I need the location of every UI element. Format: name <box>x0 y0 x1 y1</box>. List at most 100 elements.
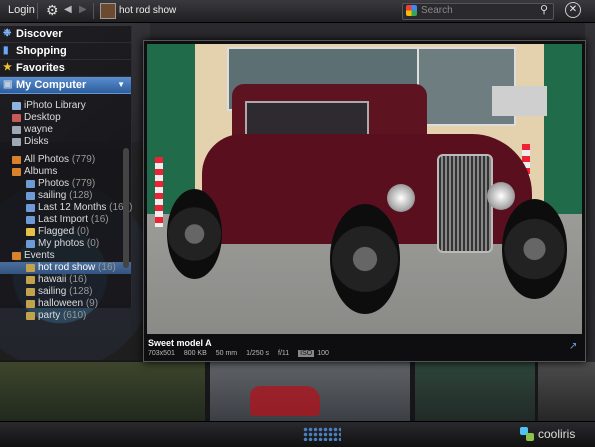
open-external-icon[interactable]: ↗ <box>569 341 577 352</box>
sidebar-item-album[interactable]: Last Import (16) <box>0 214 131 226</box>
google-icon[interactable] <box>406 5 417 16</box>
album-icon <box>26 288 35 296</box>
folder-icon <box>12 126 21 134</box>
sidebar-item-count: (0) <box>76 226 90 237</box>
sidebar-item-favorites[interactable]: ★ Favorites <box>0 60 131 77</box>
sidebar-item-label: All Photos <box>24 154 70 165</box>
sidebar-scrollbar[interactable] <box>123 148 129 268</box>
sidebar-item-album[interactable]: hawaii (16) <box>0 274 131 286</box>
sidebar-item-label: hawaii <box>38 274 67 285</box>
sidebar-item-source[interactable]: Disks <box>0 136 131 148</box>
sidebar-item-album[interactable]: Albums <box>0 166 131 178</box>
sidebar-item-source[interactable]: wayne <box>0 124 131 136</box>
album-icon <box>12 156 21 164</box>
sidebar-item-count: (16) <box>90 214 109 225</box>
query-thumbnail <box>100 3 116 19</box>
sidebar-item-label: party <box>38 310 61 321</box>
photo-viewer: Sweet model A 703x501 800 KB 50 mm 1/250… <box>143 40 586 362</box>
sidebar-item-album[interactable]: My photos (0) <box>0 238 131 250</box>
shopping-icon: ▮ <box>3 45 9 56</box>
wall-thumbnail[interactable] <box>538 362 595 422</box>
sidebar-item-album[interactable]: halloween (9) <box>0 298 131 310</box>
search-placeholder: Search <box>421 5 453 16</box>
sidebar-item-label: iPhoto Library <box>24 100 86 111</box>
sidebar-item-discover[interactable]: ❉ Discover <box>0 26 131 43</box>
divider <box>93 3 94 19</box>
search-input[interactable]: Search ⚲ <box>402 3 554 20</box>
sidebar-item-album[interactable]: sailing (128) <box>0 286 131 298</box>
sidebar-label: Favorites <box>16 62 65 74</box>
discover-icon: ❉ <box>3 28 12 39</box>
sidebar-item-shopping[interactable]: ▮ Shopping <box>0 43 131 60</box>
brand-name: cooliris <box>538 427 576 441</box>
sidebar-label: My Computer <box>16 79 87 91</box>
sidebar-item-album[interactable]: sailing (128) <box>0 190 131 202</box>
album-icon <box>26 264 35 272</box>
folder-icon <box>12 138 21 146</box>
login-button[interactable]: Login <box>8 4 35 16</box>
sidebar-item-count: (779) <box>71 178 96 189</box>
sidebar-label: Discover <box>16 28 63 40</box>
close-icon[interactable]: ✕ <box>565 2 581 18</box>
cooliris-logo-icon <box>520 427 534 441</box>
sidebar-item-count: (0) <box>86 238 100 249</box>
sidebar: ❉ Discover ▮ Shopping ★ Favorites ▣ My C… <box>0 26 133 321</box>
sidebar-item-label: Last Import <box>38 214 89 225</box>
sidebar-item-source[interactable]: iPhoto Library <box>0 100 131 112</box>
star-icon: ★ <box>3 62 12 73</box>
exif-dimensions: 703x501 <box>148 350 175 357</box>
sidebar-item-album[interactable]: Photos (779) <box>0 178 131 190</box>
sidebar-item-my-computer[interactable]: ▣ My Computer ▼ <box>0 77 131 94</box>
sidebar-item-label: Desktop <box>24 112 61 123</box>
wall-navigator[interactable] <box>303 427 341 441</box>
main-photo[interactable] <box>147 44 582 334</box>
sidebar-item-count: (128) <box>69 286 93 297</box>
album-icon <box>26 312 35 320</box>
exif-iso: 100 <box>317 350 329 357</box>
sidebar-item-label: Last 12 Months <box>38 202 107 213</box>
album-icon <box>12 252 21 260</box>
sidebar-item-album[interactable]: Events <box>0 250 131 262</box>
wall-thumbnail[interactable] <box>415 362 535 422</box>
album-icon <box>12 168 21 176</box>
photo-metadata: 703x501 800 KB 50 mm 1/250 s f/11 ISO 100 <box>148 350 336 357</box>
exif-focal: 50 mm <box>215 350 238 357</box>
top-toolbar: Login ⚙ ◀ ▶ hot rod show Search ⚲ ✕ <box>0 0 595 23</box>
sidebar-item-label: hot rod show <box>38 262 96 273</box>
sidebar-item-count: (16) <box>69 274 87 285</box>
wall-thumbnail[interactable] <box>585 22 595 362</box>
sidebar-item-label: Events <box>24 250 55 261</box>
album-icon <box>26 240 35 248</box>
sidebar-item-count: (160) <box>109 202 133 213</box>
sidebar-item-count: (779) <box>71 154 96 165</box>
gear-icon[interactable]: ⚙ <box>46 2 59 19</box>
current-query: hot rod show <box>119 5 177 16</box>
folder-icon <box>12 114 21 122</box>
sidebar-item-album[interactable]: Flagged (0) <box>0 226 131 238</box>
sidebar-item-label: Albums <box>24 166 58 177</box>
search-icon[interactable]: ⚲ <box>540 3 548 16</box>
sidebar-item-label: sailing <box>38 190 67 201</box>
sidebar-label: Shopping <box>16 45 67 57</box>
photo-caption: Sweet model A <box>148 338 212 348</box>
wall-thumbnail[interactable] <box>0 362 205 422</box>
sidebar-item-count: (16) <box>98 262 116 273</box>
sidebar-item-album[interactable]: hot rod show (16) <box>0 262 131 274</box>
back-arrow-icon[interactable]: ◀ <box>64 4 72 15</box>
wall-thumbnail-car <box>250 386 320 416</box>
sidebar-item-album[interactable]: All Photos (779) <box>0 154 131 166</box>
album-icon <box>26 204 35 212</box>
sidebar-item-source[interactable]: Desktop <box>0 112 131 124</box>
sidebar-item-count: (610) <box>63 310 87 321</box>
chevron-down-icon[interactable]: ▼ <box>117 77 125 93</box>
divider <box>37 3 38 19</box>
sidebar-item-album[interactable]: Last 12 Months (160) <box>0 202 133 214</box>
album-icon <box>26 300 35 308</box>
exif-iso-label: ISO <box>298 350 315 357</box>
album-icon <box>26 216 35 224</box>
sidebar-item-album[interactable]: party (610) <box>0 310 131 322</box>
sidebar-item-label: My photos <box>38 238 85 249</box>
forward-arrow-icon[interactable]: ▶ <box>79 4 87 15</box>
bottom-bar: cooliris <box>0 421 595 447</box>
album-icon <box>26 180 35 188</box>
